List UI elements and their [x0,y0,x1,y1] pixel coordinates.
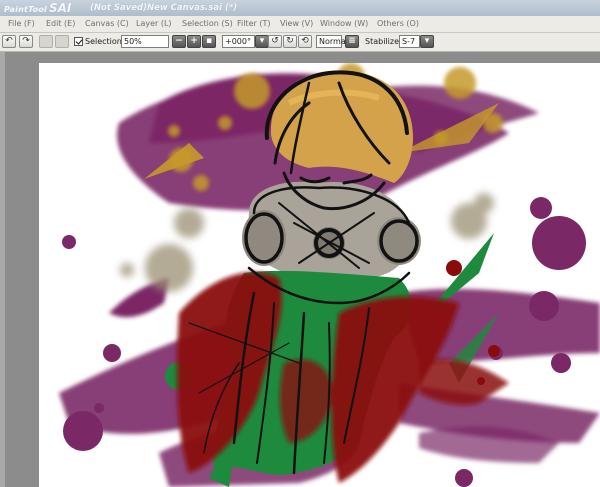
chevron-down-icon: ▾ [259,36,265,46]
menu-edit[interactable]: Edit (E) [46,19,75,28]
title-bar: PaintTool SAI (Not Saved)New Canvas.sai … [0,0,600,16]
selection-checkbox[interactable] [74,37,83,46]
rotate-left-button[interactable]: ↺ [268,35,282,48]
stabilizer-value: S-7 [402,37,416,46]
menu-selection[interactable]: Selection (S) [182,19,233,28]
stabilizer-label: Stabilizer [365,37,403,46]
zoom-select[interactable]: 50% [121,35,169,48]
menu-window[interactable]: Window (W) [320,19,368,28]
undo-button[interactable]: ↶ [2,35,16,48]
menu-layer[interactable]: Layer (L) [136,19,172,28]
rotate-right-button[interactable]: ↻ [283,35,297,48]
rotate-reset-button[interactable]: ⟲ [298,35,312,48]
toolbar: ↶ ↷ Selection 50% − + ▪ +000° ▾ ↺ ↻ ⟲ No… [0,33,600,52]
redo-icon: ↷ [22,36,30,46]
menu-file[interactable]: File (F) [8,19,35,28]
rotate-left-icon: ↺ [271,36,279,46]
rotate-reset-icon: ⟲ [301,36,309,46]
plus-icon: + [190,36,198,46]
rotation-dropdown-button[interactable]: ▾ [255,35,269,48]
stabilizer-dropdown-button[interactable]: ▾ [420,35,434,48]
mask-filter-left [242,210,286,266]
flip-button[interactable]: ≡ [345,35,359,48]
menu-view[interactable]: View (V) [280,19,313,28]
app-logo: PaintTool SAI [4,1,71,15]
minus-icon: − [175,36,183,46]
undo-icon: ↶ [5,36,13,46]
selection-label: Selection [85,37,122,46]
rotate-right-icon: ↻ [286,36,294,46]
zoom-out-button[interactable]: − [172,35,186,48]
zoom-reset-button[interactable]: ▪ [202,35,216,48]
menu-filter[interactable]: Filter (T) [237,19,270,28]
stabilizer-select[interactable]: S-7 [399,35,420,48]
window-title: (Not Saved)New Canvas.sai (*) [90,3,238,13]
artwork [59,63,600,487]
menu-bar: File (F) Edit (E) Canvas (C) Layer (L) S… [0,16,600,33]
redo-button[interactable]: ↷ [19,35,33,48]
logo-text-small: PaintTool [4,5,47,14]
zoom-in-button[interactable]: + [187,35,201,48]
chevron-down-icon: ▾ [424,36,430,46]
menu-others[interactable]: Others (O) [377,19,419,28]
blend-mode-value: Normal [319,37,348,46]
flip-icon: ≡ [348,36,356,46]
rotation-value: +000° [225,37,251,46]
rotation-select[interactable]: +000° [222,35,255,48]
deselect-button[interactable] [39,35,53,48]
invert-selection-button[interactable] [55,35,69,48]
workspace-edge [0,52,5,487]
zoom-value: 50% [124,37,142,46]
mask-filter-right [377,217,421,265]
logo-text-big: SAI [48,1,72,15]
reset-icon: ▪ [205,36,213,46]
menu-canvas[interactable]: Canvas (C) [85,19,129,28]
drawing-canvas[interactable] [39,63,600,487]
blend-mode-select[interactable]: Normal [316,35,348,48]
